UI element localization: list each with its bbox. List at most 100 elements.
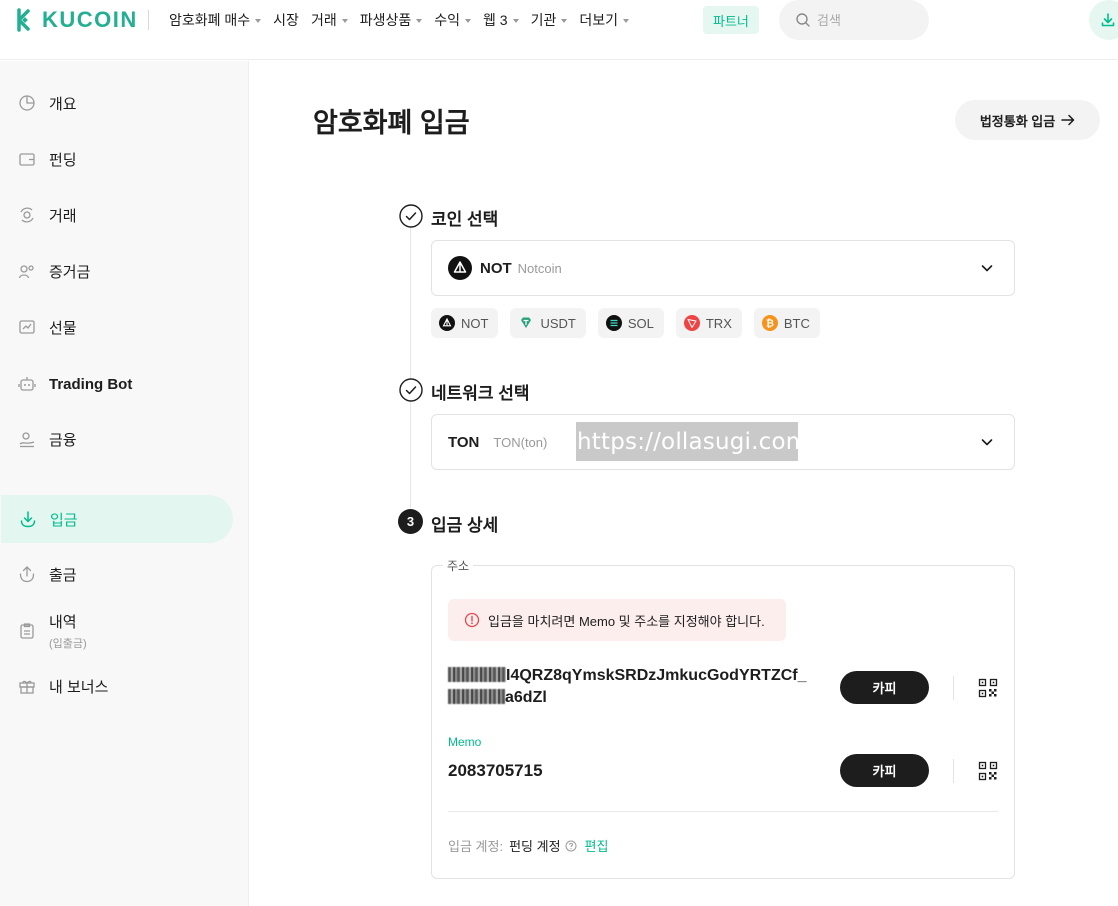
copy-address-button[interactable]: 카피 — [840, 671, 929, 704]
chevron-down-icon — [416, 19, 423, 23]
search-input[interactable] — [817, 12, 917, 28]
step-connector-line — [410, 228, 411, 508]
copy-memo-button[interactable]: 카피 — [840, 754, 929, 787]
nav-label: 암호화폐 매수 — [169, 12, 251, 28]
memo-value[interactable]: 2083705715 — [448, 761, 543, 781]
fiat-deposit-label: 법정통화 입금 — [979, 113, 1056, 129]
sidebar-item-futures[interactable]: 선물 — [0, 303, 232, 351]
margin-icon — [18, 265, 34, 279]
wallet-icon — [19, 153, 35, 166]
sidebar-item-trading-bot[interactable]: Trading Bot — [0, 360, 232, 408]
address-legend: 주소 — [443, 557, 474, 574]
nav-institutional[interactable]: 기관 — [531, 10, 568, 30]
coin-chip-label: SOL — [627, 315, 654, 331]
futures-icon — [19, 320, 35, 334]
pie-chart-icon — [19, 95, 35, 111]
nav-label: 수익 — [434, 12, 460, 28]
separator — [953, 676, 954, 700]
coin-chip-not[interactable]: NOT — [431, 308, 499, 338]
sidebar-item-label: 내 보너스 — [49, 678, 109, 696]
nav-trade[interactable]: 거래 — [311, 10, 348, 30]
sidebar-item-funding[interactable]: 펀딩 — [0, 135, 232, 183]
warning-icon — [464, 612, 480, 628]
help-icon[interactable] — [565, 840, 577, 852]
search-icon — [796, 13, 810, 27]
chevron-down-icon — [981, 265, 993, 272]
watermark-overlay: https://ollasugi.com — [576, 422, 808, 461]
coin-chip-btc[interactable]: ₿ BTC — [753, 308, 820, 338]
nav-label: 더보기 — [579, 12, 618, 28]
sidebar-item-label: Trading Bot — [49, 375, 133, 393]
trade-icon — [20, 207, 34, 223]
step-number-badge: 3 — [398, 509, 423, 534]
coin-chip-trx[interactable]: TRX — [675, 308, 742, 338]
redacted-address-part — [448, 667, 506, 682]
sidebar-item-bonus[interactable]: 내 보너스 — [0, 662, 232, 710]
coin-chip-label: TRX — [705, 315, 732, 331]
chevron-down-icon — [255, 19, 262, 23]
quick-coin-list: NOT USDT SOL TRX ₿ BTC — [431, 308, 820, 338]
divider — [448, 811, 998, 812]
sidebar-item-label: 금융 — [49, 431, 77, 449]
edit-account-link[interactable]: 편집 — [585, 836, 609, 855]
sidebar-item-label: 증거금 — [49, 263, 91, 281]
nav-derivatives[interactable]: 파생상품 — [360, 10, 423, 30]
address-line-1: I4QRZ8qYmskSRDzJmkucGodYRTZCf_ — [506, 667, 807, 684]
main-nav: 암호화폐 매수 시장 거래 파생상품 수익 웹 3 기관 더보기 — [169, 8, 641, 32]
coin-chip-label: NOT — [461, 315, 489, 331]
nav-more[interactable]: 더보기 — [579, 10, 629, 30]
download-icon — [1101, 13, 1115, 27]
chevron-down-icon — [341, 19, 348, 23]
sidebar-item-label-group: 내역 (입출금) — [49, 611, 87, 651]
check-circle-icon — [399, 378, 423, 402]
coin-chip-sol[interactable]: SOL — [597, 308, 664, 338]
sidebar-item-deposit[interactable]: 입금 — [1, 495, 233, 543]
coin-chip-usdt[interactable]: USDT — [510, 308, 586, 338]
sidebar-item-sublabel: (입출금) — [49, 638, 87, 650]
fiat-deposit-button[interactable]: 법정통화 입금 — [955, 100, 1100, 140]
warning-text: 입금을 마치려면 Memo 및 주소를 지정해야 합니다. — [488, 613, 765, 629]
coin-select[interactable]: NOT Notcoin — [431, 240, 1015, 296]
tron-icon — [683, 315, 700, 331]
check-circle-icon — [399, 204, 423, 228]
history-icon — [20, 623, 34, 639]
sidebar-item-label: 내역 — [49, 614, 77, 631]
nav-web3[interactable]: 웹 3 — [483, 10, 519, 30]
selected-network-detail: TON(ton) — [493, 434, 548, 450]
search-box[interactable] — [779, 0, 929, 40]
nav-buy-crypto[interactable]: 암호화폐 매수 — [169, 10, 262, 30]
app-download-button[interactable] — [1089, 0, 1118, 40]
sidebar-item-overview[interactable]: 개요 — [0, 79, 232, 127]
svg-text:₿: ₿ — [766, 318, 774, 330]
sidebar-item-margin[interactable]: 증거금 — [0, 247, 232, 295]
qr-code-icon[interactable] — [978, 678, 998, 698]
deposit-address[interactable]: I4QRZ8qYmskSRDzJmkucGodYRTZCf_ a6dZl — [448, 665, 834, 709]
nav-earn[interactable]: 수익 — [434, 10, 471, 30]
arrow-right-icon — [1061, 114, 1075, 126]
sidebar-item-history[interactable]: 내역 (입출금) — [0, 607, 232, 655]
sidebar-item-label: 펀딩 — [49, 151, 77, 169]
sidebar-item-label: 출금 — [49, 566, 77, 584]
nav-markets[interactable]: 시장 — [273, 10, 299, 30]
coin-chip-label: BTC — [783, 315, 810, 331]
sidebar-item-trade[interactable]: 거래 — [0, 191, 232, 239]
partner-button[interactable]: 파트너 — [703, 6, 759, 34]
qr-code-icon[interactable] — [978, 761, 998, 781]
address-line-2: a6dZl — [505, 689, 547, 706]
separator — [953, 759, 954, 783]
account-label: 입금 계정: — [448, 839, 504, 854]
sidebar-item-label: 개요 — [49, 95, 77, 113]
robot-icon — [18, 377, 36, 391]
top-header: KUCOIN 암호화폐 매수 시장 거래 파생상품 수익 웹 3 기관 더보기 … — [0, 0, 1118, 60]
bitcoin-icon: ₿ — [761, 315, 778, 331]
withdraw-icon — [19, 566, 35, 583]
step-coin-title: 코인 선택 — [431, 210, 499, 229]
sidebar-item-withdraw[interactable]: 출금 — [0, 550, 232, 598]
coin-chip-label: USDT — [540, 315, 576, 331]
chevron-down-icon — [465, 19, 471, 23]
step-network-title: 네트워크 선택 — [431, 384, 530, 403]
sidebar-item-label: 거래 — [49, 207, 77, 225]
kucoin-logo[interactable]: KUCOIN — [10, 6, 138, 34]
chevron-down-icon — [512, 19, 519, 23]
sidebar-item-finance[interactable]: 금융 — [0, 415, 232, 463]
